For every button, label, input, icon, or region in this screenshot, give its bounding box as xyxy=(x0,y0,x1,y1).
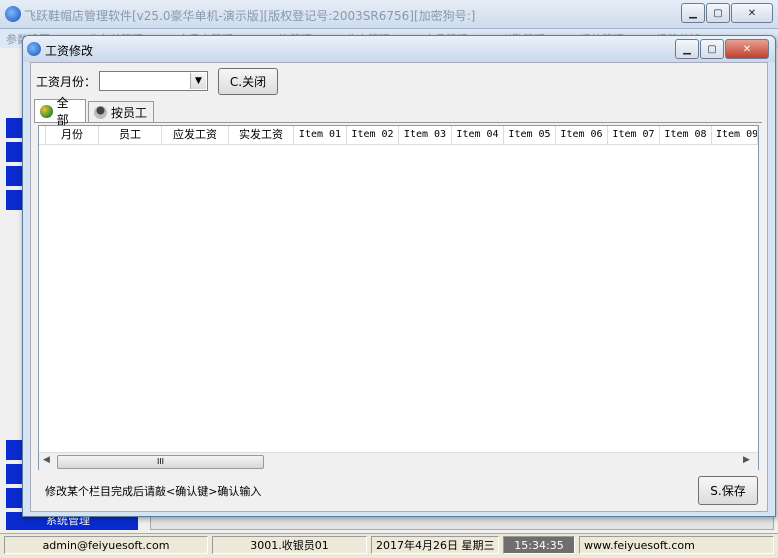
sidebar-block[interactable] xyxy=(6,488,22,508)
close-button-label: C.关闭 xyxy=(229,75,267,89)
main-minimize-button[interactable]: ▁ xyxy=(681,3,705,23)
status-email: admin@feiyuesoft.com xyxy=(4,536,208,554)
close-icon: ✕ xyxy=(747,7,757,19)
dialog-close-button[interactable]: ✕ xyxy=(725,39,769,59)
status-website[interactable]: www.feiyuesoft.com xyxy=(579,536,774,554)
tab-divider xyxy=(34,122,762,123)
maximize-icon: ▢ xyxy=(713,7,723,19)
scroll-right-icon[interactable]: ▶ xyxy=(743,455,750,465)
minimize-icon: ▁ xyxy=(689,7,697,19)
globe-icon xyxy=(40,104,53,118)
column-header[interactable]: Item 04 xyxy=(452,126,504,144)
sidebar-block[interactable] xyxy=(6,166,22,186)
main-close-button[interactable]: ✕ xyxy=(731,3,773,23)
main-window-title: 飞跃鞋帽店管理软件[v25.0豪华单机-演示版][版权登记号:2003SR675… xyxy=(24,9,476,23)
column-header[interactable]: Item 02 xyxy=(347,126,399,144)
column-header[interactable]: Item 03 xyxy=(399,126,452,144)
column-header[interactable]: Item 01 xyxy=(294,126,347,144)
month-label: 工资月份： xyxy=(36,75,97,89)
status-bar: admin@feiyuesoft.com 3001.收银员01 2017年4月2… xyxy=(0,533,778,558)
minimize-icon: ▁ xyxy=(683,43,691,55)
tab-by-employee[interactable]: 按员工 xyxy=(88,101,154,123)
sidebar-block[interactable] xyxy=(6,142,22,162)
dialog-title: 工资修改 xyxy=(45,44,94,58)
salary-grid[interactable]: 月份 员工 应发工资 实发工资 Item 01 Item 02 Item 03 … xyxy=(38,125,759,470)
column-header[interactable]: 应发工资 xyxy=(162,126,229,144)
grid-indicator-col xyxy=(39,126,46,144)
grid-header: 月份 员工 应发工资 实发工资 Item 01 Item 02 Item 03 … xyxy=(39,126,758,145)
column-header[interactable]: Item 08 xyxy=(660,126,712,144)
sidebar-block[interactable] xyxy=(6,118,22,138)
main-title-bar: 飞跃鞋帽店管理软件[v25.0豪华单机-演示版][版权登记号:2003SR675… xyxy=(0,0,778,29)
scroll-thumb[interactable]: III xyxy=(57,455,264,469)
grid-horizontal-scrollbar[interactable]: ◀ III ▶ xyxy=(39,452,758,470)
scroll-grip: III xyxy=(156,457,165,466)
person-icon xyxy=(94,106,107,119)
dialog-content: 工资月份： ▼ C.关闭 全部 按员工 月份 员工 应发工资 实发工资 Item… xyxy=(30,62,768,512)
column-header[interactable]: 月份 xyxy=(46,126,99,144)
salary-edit-dialog: 工资修改 ▁ ▢ ✕ 工资月份： ▼ C.关闭 全部 按员工 月份 员工 应发工… xyxy=(22,35,776,517)
column-header[interactable]: Item 09 xyxy=(712,126,758,144)
column-header[interactable]: Item 06 xyxy=(556,126,608,144)
maximize-icon: ▢ xyxy=(707,43,717,55)
main-maximize-button[interactable]: ▢ xyxy=(706,3,730,23)
dialog-minimize-button[interactable]: ▁ xyxy=(675,39,699,59)
status-operator: 3001.收银员01 xyxy=(212,536,367,554)
dialog-logo-icon xyxy=(27,42,41,56)
hint-text: 修改某个栏目完成后请敲<确认键>确认输入 xyxy=(45,485,262,498)
sidebar-block[interactable] xyxy=(6,464,22,484)
column-header[interactable]: 实发工资 xyxy=(229,126,294,144)
app-logo-icon xyxy=(5,6,21,22)
tab-by-employee-label: 按员工 xyxy=(111,106,148,120)
close-icon: ✕ xyxy=(742,43,752,55)
tab-all[interactable]: 全部 xyxy=(34,96,86,127)
status-date: 2017年4月26日 星期三 xyxy=(371,536,499,554)
sidebar-block[interactable] xyxy=(6,440,22,460)
status-clock: 15:34:35 xyxy=(503,536,575,554)
scroll-left-icon[interactable]: ◀ xyxy=(43,455,50,465)
dialog-title-bar: 工资修改 ▁ ▢ ✕ xyxy=(23,36,775,62)
month-select[interactable]: ▼ xyxy=(99,71,208,91)
main-scrollbar[interactable] xyxy=(150,516,774,530)
column-header[interactable]: Item 05 xyxy=(504,126,556,144)
sidebar-block[interactable] xyxy=(6,190,22,210)
column-header[interactable]: 员工 xyxy=(99,126,162,144)
tab-all-label: 全部 xyxy=(56,96,69,127)
save-button[interactable]: S.保存 xyxy=(698,476,758,505)
dialog-maximize-button[interactable]: ▢ xyxy=(700,39,724,59)
column-header[interactable]: Item 07 xyxy=(608,126,660,144)
close-button[interactable]: C.关闭 xyxy=(218,68,278,95)
chevron-down-icon[interactable]: ▼ xyxy=(190,73,206,89)
save-button-label: S.保存 xyxy=(710,484,746,498)
